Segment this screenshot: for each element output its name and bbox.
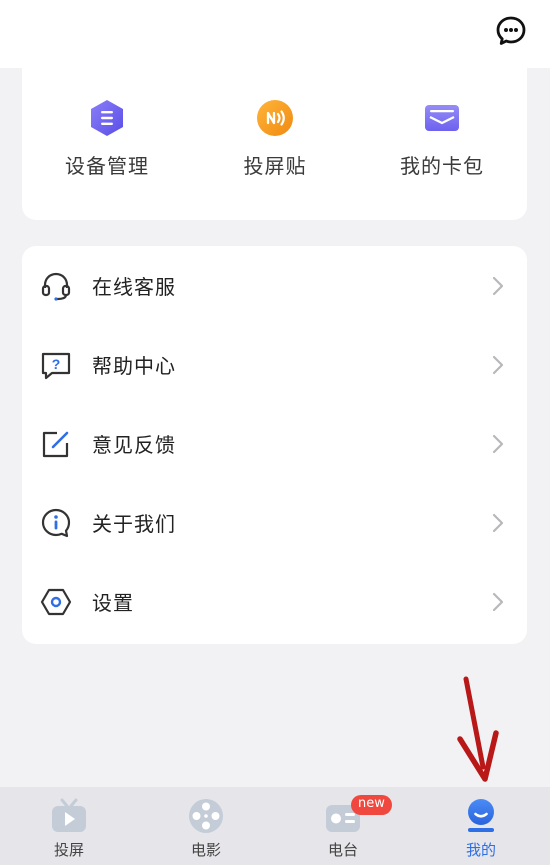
- chevron-right-icon: [492, 276, 504, 295]
- card-wallet-icon: [425, 105, 459, 131]
- top-bar: [0, 0, 550, 68]
- message-button[interactable]: [494, 14, 528, 48]
- nfc-sticker-icon: [257, 100, 293, 136]
- tab-label: 电影: [190, 841, 221, 859]
- chevron-right-icon: [492, 513, 504, 532]
- quick-device-manage[interactable]: 设备管理: [37, 98, 177, 179]
- tab-label: 投屏: [53, 841, 84, 859]
- tab-label: 电台: [327, 841, 358, 859]
- help-icon: ?: [41, 352, 71, 379]
- quick-card-wallet[interactable]: 我的卡包: [372, 98, 512, 179]
- chevron-right-icon: [492, 355, 504, 374]
- quick-label: 设备管理: [65, 154, 149, 178]
- film-reel-icon: [189, 799, 223, 833]
- tab-cast[interactable]: 投屏: [24, 797, 114, 863]
- quick-actions-card: 设备管理 投屏贴 我的卡包: [22, 60, 527, 220]
- menu-item-settings[interactable]: 设置: [22, 562, 527, 641]
- tab-radio[interactable]: new 电台: [298, 795, 392, 863]
- feedback-edit-icon: [42, 431, 69, 457]
- quick-nfc-sticker[interactable]: 投屏贴: [205, 98, 345, 179]
- chevron-right-icon: [492, 592, 504, 611]
- info-icon: [41, 508, 71, 537]
- device-manage-icon: [91, 100, 123, 136]
- quick-label: 我的卡包: [400, 154, 484, 178]
- bottom-tab-bar: 投屏 电影 new 电台 我的: [0, 787, 550, 865]
- tv-play-icon: [52, 798, 86, 832]
- tab-label: 我的: [465, 841, 496, 859]
- menu-label: 设置: [92, 591, 134, 615]
- tab-movie[interactable]: 电影: [161, 797, 251, 863]
- chevron-right-icon: [492, 434, 504, 453]
- annotation-arrow-icon: [457, 676, 499, 782]
- menu-card: 在线客服 ? 帮助中心 意见反馈 关于我们 设置: [22, 246, 527, 644]
- new-badge: new: [351, 795, 392, 815]
- profile-icon: [468, 799, 494, 832]
- settings-hexagon-icon: [40, 588, 72, 615]
- svg-text:?: ?: [52, 356, 61, 372]
- headset-icon: [41, 272, 71, 301]
- menu-label: 关于我们: [92, 512, 176, 536]
- quick-label: 投屏贴: [243, 154, 307, 178]
- chat-bubble-icon: [496, 16, 526, 45]
- menu-label: 在线客服: [92, 275, 176, 299]
- menu-label: 意见反馈: [92, 433, 176, 457]
- menu-item-online-service[interactable]: 在线客服: [22, 246, 527, 325]
- tab-mine[interactable]: 我的: [436, 797, 526, 863]
- menu-item-about-us[interactable]: 关于我们: [22, 483, 527, 562]
- menu-label: 帮助中心: [92, 354, 176, 378]
- menu-item-feedback[interactable]: 意见反馈: [22, 404, 527, 483]
- menu-item-help-center[interactable]: ? 帮助中心: [22, 325, 527, 404]
